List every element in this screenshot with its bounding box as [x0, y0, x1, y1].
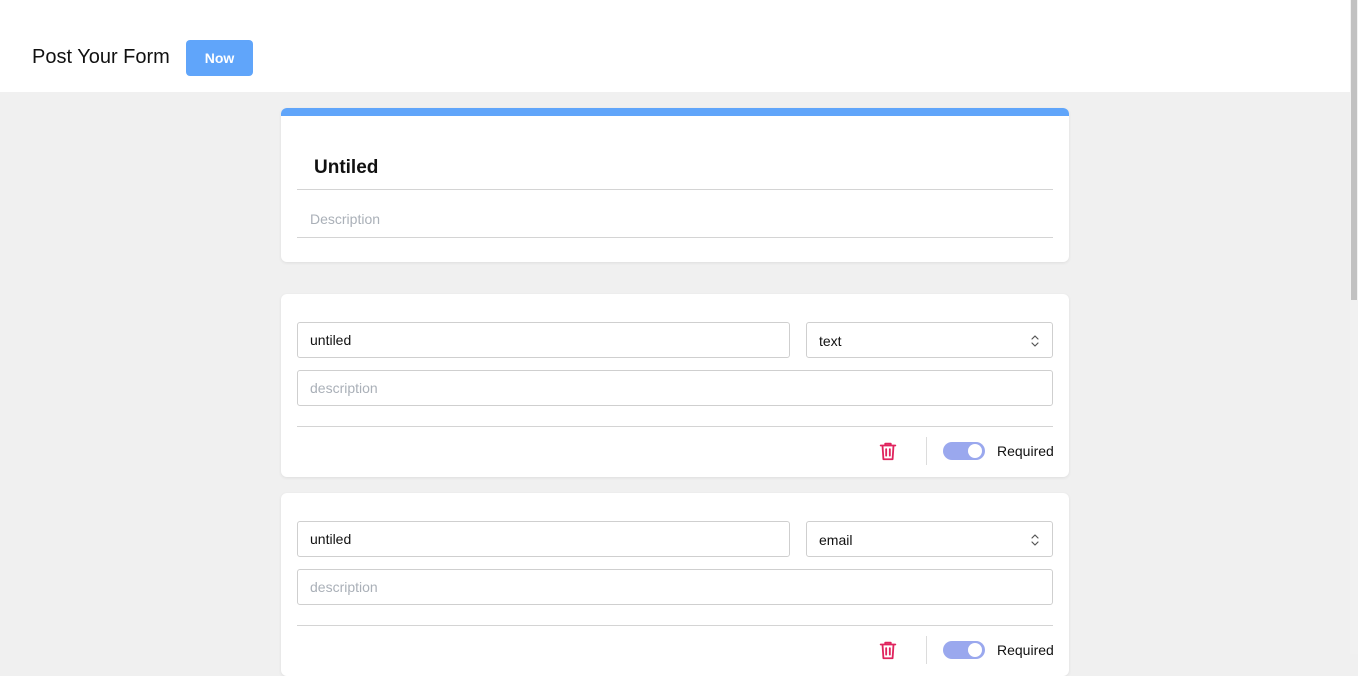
question-type-value: email	[819, 532, 853, 548]
required-toggle[interactable]	[943, 641, 985, 659]
accent-bar	[281, 108, 1069, 116]
trash-icon[interactable]	[877, 639, 899, 661]
vertical-separator	[926, 437, 927, 465]
question-title-input[interactable]	[297, 322, 790, 358]
form-description-input[interactable]	[297, 200, 1053, 238]
now-button[interactable]: Now	[186, 40, 253, 76]
question-description-input[interactable]	[297, 370, 1053, 406]
divider	[297, 426, 1053, 427]
trash-icon[interactable]	[877, 440, 899, 462]
form-title-input[interactable]	[297, 146, 1053, 190]
question-title-input[interactable]	[297, 521, 790, 557]
app-title: Post Your Form	[32, 46, 170, 68]
question-card: email Required	[281, 493, 1069, 676]
question-type-value: text	[819, 333, 842, 349]
question-card: text Required	[281, 294, 1069, 477]
required-toggle[interactable]	[943, 442, 985, 460]
question-type-select[interactable]: email	[806, 521, 1053, 557]
form-title-card	[281, 108, 1069, 262]
toggle-knob	[968, 643, 982, 657]
required-label: Required	[997, 642, 1054, 658]
chevron-up-down-icon	[1031, 534, 1039, 546]
chevron-up-down-icon	[1031, 335, 1039, 347]
vertical-separator	[926, 636, 927, 664]
divider	[297, 625, 1053, 626]
required-label: Required	[997, 443, 1054, 459]
toggle-knob	[968, 444, 982, 458]
app-header: Post Your Form Now	[0, 0, 1350, 92]
scrollbar-thumb[interactable]	[1351, 0, 1357, 300]
question-description-input[interactable]	[297, 569, 1053, 605]
question-type-select[interactable]: text	[806, 322, 1053, 358]
